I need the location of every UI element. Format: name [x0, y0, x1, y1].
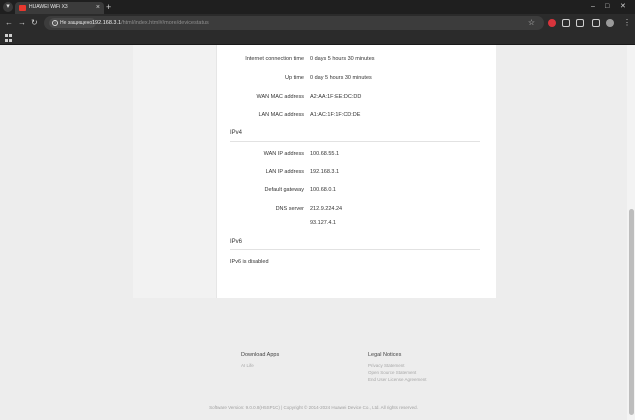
status-row: 93.127.4.1 — [217, 220, 496, 230]
url-path: /html/index.html#/more/devicestatus — [121, 20, 209, 26]
row-value: 93.127.4.1 — [310, 220, 336, 226]
row-label: DNS server — [275, 206, 304, 212]
status-row: LAN MAC address A1:AC:1F:1F:CD:DE — [217, 112, 496, 122]
row-value: 212.9.224.24 — [310, 206, 343, 212]
browser-toolbar: ← → ↻ ! Не защищено 192.168.3.1/html/ind… — [0, 14, 635, 32]
divider — [230, 141, 480, 142]
extension-red-icon[interactable] — [548, 19, 556, 27]
scrollbar-thumb[interactable] — [629, 209, 634, 415]
divider — [230, 249, 480, 250]
minimize-icon[interactable]: – — [591, 1, 595, 12]
row-value: 100.68.0.1 — [310, 187, 336, 193]
status-row: Up time 0 day 5 hours 30 minutes — [217, 75, 496, 85]
row-label: Internet connection time — [245, 56, 304, 62]
address-bar[interactable]: ! Не защищено 192.168.3.1/html/index.htm… — [44, 16, 544, 30]
security-chip-label: Не защищено — [60, 20, 93, 26]
ipv6-status-text: IPv6 is disabled — [230, 259, 269, 265]
eula-link[interactable]: End User License Agreement — [368, 376, 427, 383]
apps-grid-icon[interactable] — [5, 34, 13, 42]
status-row: DNS server 212.9.224.24 — [217, 206, 496, 216]
row-label: LAN IP address — [265, 169, 304, 175]
page-viewport: Internet connection time 0 days 5 hours … — [0, 45, 627, 420]
copyright-text: Software Version: 9.0.0.8(H5SP1C) | Copy… — [209, 405, 418, 410]
bookmark-star-icon[interactable]: ☆ — [528, 17, 535, 28]
device-status-card: Internet connection time 0 days 5 hours … — [133, 45, 496, 298]
row-value: 192.168.3.1 — [310, 169, 340, 175]
maximize-icon[interactable]: □ — [605, 1, 609, 12]
forward-icon[interactable]: → — [18, 17, 26, 28]
settings-sidebar — [133, 45, 217, 298]
row-label: Up time — [285, 75, 304, 81]
bookmark-bar — [0, 32, 635, 45]
download-apps-title: Download Apps — [241, 352, 280, 358]
profile-avatar[interactable] — [606, 19, 614, 27]
row-value: 100.68.55.1 — [310, 151, 340, 157]
downloads-icon[interactable] — [592, 19, 600, 27]
browser-titlebar: ▾ HUAWEI WiFi X3 × + – □ ✕ — [0, 0, 635, 14]
tab-search-icon[interactable]: ▾ — [3, 2, 13, 12]
url-text[interactable]: 192.168.3.1/html/index.html#/more/device… — [92, 19, 209, 27]
ipv6-section-title: IPv6 — [230, 239, 243, 245]
status-row: LAN IP address 192.168.3.1 — [217, 169, 496, 179]
legal-notices-section: Legal Notices Privacy Statement Open Sou… — [368, 352, 427, 383]
status-row: WAN IP address 100.68.55.1 — [217, 151, 496, 161]
open-source-statement-link[interactable]: Open Source Statement — [368, 369, 427, 376]
download-apps-section: Download Apps AI Life — [241, 352, 279, 369]
row-value: 0 day 5 hours 30 minutes — [310, 75, 372, 81]
privacy-statement-link[interactable]: Privacy Statement — [368, 362, 427, 369]
url-host: 192.168.3.1 — [92, 20, 122, 26]
row-label: WAN MAC address — [256, 94, 304, 100]
reload-icon[interactable]: ↻ — [31, 17, 38, 28]
tab-title: HUAWEI WiFi X3 — [29, 4, 68, 10]
page-scrollbar[interactable] — [627, 45, 635, 420]
close-window-icon[interactable]: ✕ — [620, 1, 626, 12]
sidepanel-icon[interactable] — [576, 19, 584, 27]
back-icon[interactable]: ← — [5, 17, 13, 28]
huawei-favicon-icon — [19, 5, 26, 11]
status-row: WAN MAC address A2:AA:1F:EE:DC:DD — [217, 94, 496, 104]
row-value: A1:AC:1F:1F:CD:DE — [310, 112, 361, 118]
row-value: A2:AA:1F:EE:DC:DD — [310, 94, 362, 100]
security-chip[interactable]: ! Не защищено — [49, 18, 97, 28]
tab-close-icon[interactable]: × — [96, 3, 100, 12]
row-value: 0 days 5 hours 30 minutes — [310, 56, 375, 62]
row-label: Default gateway — [264, 187, 304, 193]
status-row: Internet connection time 0 days 5 hours … — [217, 56, 496, 66]
ipv4-section-title: IPv4 — [230, 130, 243, 136]
legal-notices-title: Legal Notices — [368, 352, 402, 358]
status-row: Default gateway 100.68.0.1 — [217, 187, 496, 197]
extension-icon[interactable] — [562, 19, 570, 27]
row-label: LAN MAC address — [258, 112, 304, 118]
browser-menu-icon[interactable]: ⋮ — [623, 17, 631, 29]
row-label: WAN IP address — [263, 151, 304, 157]
ai-life-link[interactable]: AI Life — [241, 362, 279, 369]
new-tab-icon[interactable]: + — [106, 2, 111, 12]
warning-icon: ! — [52, 20, 58, 26]
browser-tab[interactable]: HUAWEI WiFi X3 × — [15, 2, 104, 14]
